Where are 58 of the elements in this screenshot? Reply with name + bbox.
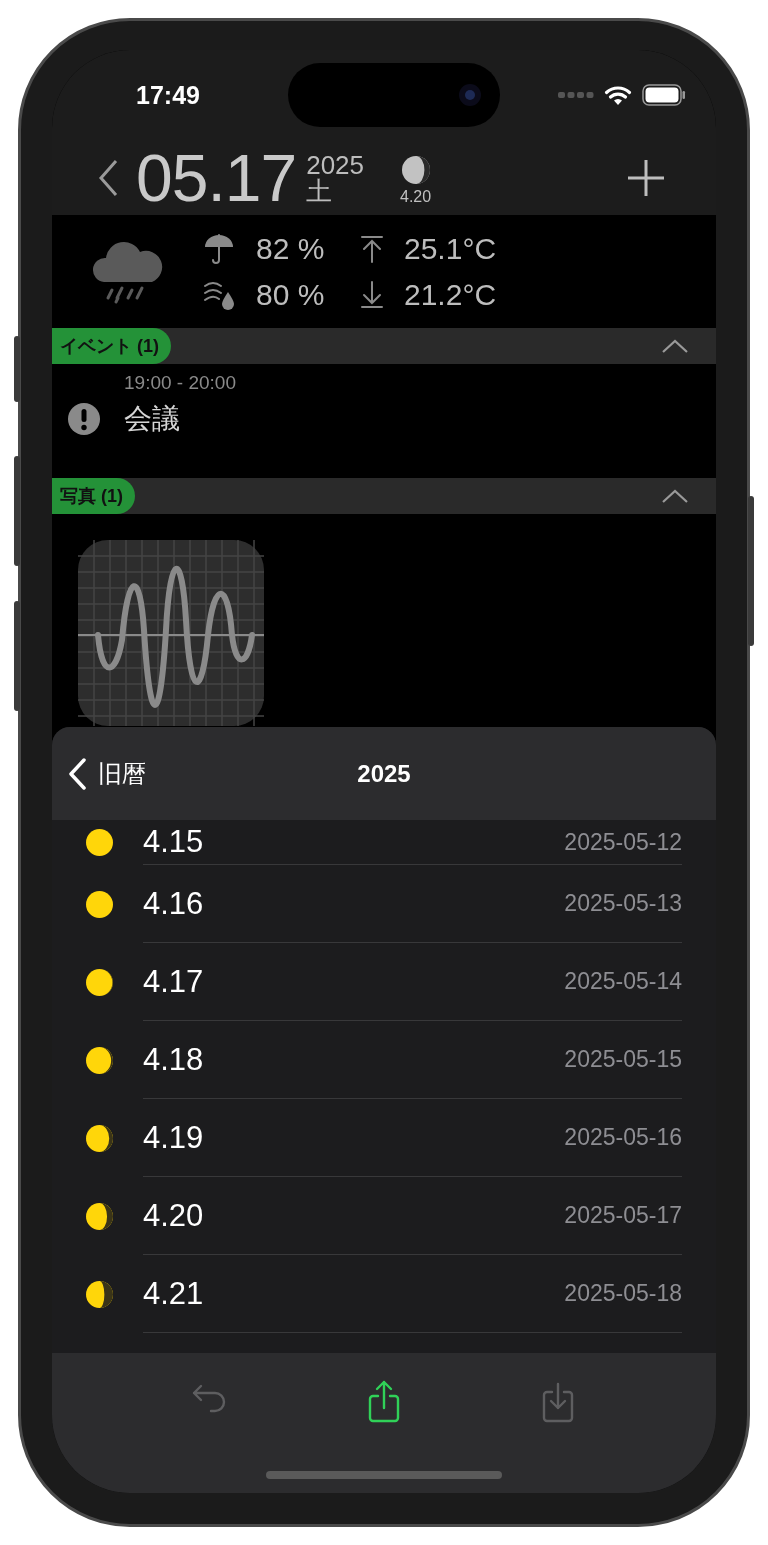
event-time: 19:00 - 20:00 — [124, 372, 237, 394]
back-icon — [68, 757, 86, 790]
lunar-date-row[interactable]: 4.15 2025-05-12 — [52, 820, 716, 865]
solar-date: 2025-05-14 — [564, 968, 682, 995]
back-icon[interactable] — [98, 158, 118, 197]
precipitation-value: 82 % — [256, 231, 326, 266]
humidity-icon — [204, 279, 236, 310]
collapse-button[interactable] — [662, 339, 688, 353]
moon-icon — [86, 968, 113, 996]
low-temperature: 21.2°C — [404, 277, 498, 312]
solar-date: 2025-05-12 — [564, 828, 682, 856]
lunar-date: 4.20 — [400, 187, 432, 206]
lunar-date: 4.21 — [143, 1275, 204, 1312]
lunar-date: 4.18 — [143, 1041, 204, 1078]
moon-icon — [86, 1046, 113, 1074]
moon-icon — [401, 155, 430, 184]
high-temperature: 25.1°C — [404, 231, 498, 266]
lunar-date: 4.19 — [143, 1119, 204, 1156]
lunar-date: 4.16 — [143, 885, 204, 922]
solar-date: 2025-05-16 — [564, 1124, 682, 1151]
down-arrow-icon — [360, 280, 384, 309]
section-title: 写真 (1) — [52, 478, 135, 514]
solar-date: 2025-05-13 — [564, 890, 682, 917]
lunar-date: 4.17 — [143, 963, 204, 1000]
lunar-date-row[interactable]: 4.16 2025-05-13 — [52, 865, 716, 943]
lunar-date-row[interactable]: 4.19 2025-05-16 — [52, 1099, 716, 1177]
date-title: 05.17 — [136, 139, 297, 216]
solar-date: 2025-05-15 — [564, 1046, 682, 1073]
event-title[interactable]: 会議 — [124, 400, 716, 438]
moon-icon — [86, 829, 113, 856]
section-title: イベント (1) — [52, 328, 171, 364]
back-button[interactable]: 旧暦 — [68, 757, 146, 790]
collapse-button[interactable] — [662, 489, 688, 503]
moon-icon — [86, 1280, 113, 1308]
up-arrow-icon — [360, 234, 384, 263]
solar-date: 2025-05-18 — [564, 1280, 682, 1307]
lunar-date-row[interactable]: 4.18 2025-05-15 — [52, 1021, 716, 1099]
moon-icon — [86, 1124, 113, 1152]
add-button[interactable] — [626, 157, 666, 198]
weekday-label: 土 — [306, 177, 334, 204]
signal-icon — [558, 91, 594, 99]
lunar-date-row[interactable]: 4.17 2025-05-14 — [52, 943, 716, 1021]
lunar-date-row[interactable]: 4.21 2025-05-18 — [52, 1255, 716, 1333]
lunar-date: 4.20 — [143, 1197, 204, 1234]
status-time: 17:49 — [136, 80, 200, 110]
lunar-date-row[interactable]: 4.20 2025-05-17 — [52, 1177, 716, 1255]
lunar-date: 4.15 — [143, 824, 204, 860]
solar-date: 2025-05-17 — [564, 1202, 682, 1229]
moon-icon — [86, 1202, 113, 1230]
humidity-value: 80 % — [256, 277, 326, 312]
moon-icon — [86, 890, 113, 918]
sheet-title: 2025 — [357, 759, 411, 788]
camera-icon — [457, 83, 482, 107]
battery-icon — [642, 84, 686, 106]
wifi-icon — [604, 84, 632, 106]
year-label: 2025 — [306, 151, 364, 178]
umbrella-icon — [204, 232, 234, 265]
exclamation-icon — [68, 403, 100, 435]
